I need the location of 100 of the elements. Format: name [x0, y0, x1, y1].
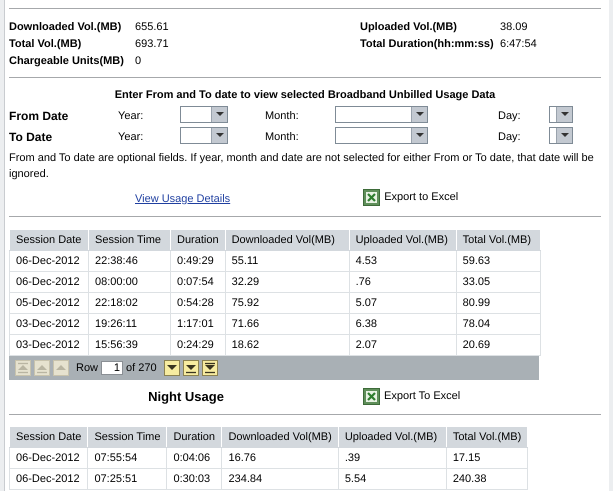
summary-value: 655.61	[135, 21, 170, 33]
table-cell: 5.07	[349, 292, 456, 314]
next-page-icon	[184, 362, 198, 374]
column-header: Duration	[170, 230, 226, 250]
help-text: From and To date are optional fields. If year, month and date are not selected for either From or To date, that date will be ignored.	[9, 151, 595, 182]
column-header: Session Time	[88, 426, 167, 448]
table-cell: 06-Dec-2012	[10, 448, 88, 468]
spreadsheet-icon	[363, 188, 380, 206]
last-page-button[interactable]	[202, 360, 218, 376]
year-select[interactable]	[180, 106, 228, 122]
table-cell: 22:18:02	[88, 292, 170, 314]
summary-value: 6:47:54	[500, 38, 538, 50]
next-page-button[interactable]	[182, 360, 199, 376]
column-header: Session Date	[10, 230, 88, 250]
table-cell: 75.92	[225, 292, 350, 314]
table-cell: 6.38	[349, 314, 456, 334]
view-usage-link[interactable]: View Usage Details	[135, 193, 230, 205]
dropdown-arrow-icon	[416, 133, 424, 137]
column-header: Total Vol.(MB)	[446, 426, 528, 448]
next-row-button[interactable]	[164, 360, 180, 376]
table-cell: .76	[349, 272, 456, 292]
summary-label: Total Vol.(MB)	[9, 38, 82, 50]
table-cell: 4.53	[349, 250, 456, 272]
table-cell: 0:49:29	[170, 250, 226, 272]
month-select[interactable]	[335, 126, 428, 144]
year-select[interactable]	[180, 126, 228, 144]
dropdown-arrow-icon	[560, 133, 568, 137]
table-cell: 17.15	[446, 448, 528, 468]
table-cell: 55.11	[225, 250, 350, 272]
summary-label: Downloaded Vol.(MB)	[9, 21, 122, 33]
table-cell: 59.63	[456, 250, 540, 272]
export-button[interactable]: Export To Excel	[363, 388, 460, 404]
table-cell: 15:56:39	[88, 334, 170, 356]
table-cell: 16.76	[222, 448, 338, 468]
field-label: Day:	[498, 130, 522, 142]
table-cell: 22:38:46	[88, 250, 170, 272]
table-cell: 06-Dec-2012	[10, 468, 88, 490]
table-cell: 0:07:54	[170, 272, 226, 292]
table-cell: .39	[338, 448, 446, 468]
day-select[interactable]	[549, 126, 573, 144]
table-cell: 07:55:54	[88, 448, 167, 468]
table-cell: 0:04:06	[166, 448, 222, 468]
section-title: Night Usage	[147, 388, 225, 404]
column-header: Downloaded Vol(MB)	[225, 230, 350, 250]
summary-value: 38.09	[500, 21, 529, 33]
spreadsheet-icon	[363, 388, 380, 404]
table-cell: 0:24:29	[170, 334, 226, 356]
summary-value: 0	[135, 55, 142, 67]
export-button[interactable]: Export to Excel	[363, 188, 458, 206]
column-header: Session Time	[88, 230, 170, 250]
table-cell: 05-Dec-2012	[10, 292, 88, 314]
field-label: Month:	[265, 110, 300, 122]
table-cell: 08:00:00	[88, 272, 170, 292]
dropdown-arrow-icon	[216, 112, 224, 116]
previous-page-icon	[35, 362, 49, 374]
column-header: Duration	[166, 426, 222, 448]
column-header: Total Vol.(MB)	[456, 230, 540, 250]
table-cell: 03-Dec-2012	[10, 314, 88, 334]
column-header: Uploaded Vol.(MB)	[338, 426, 446, 448]
table-cell: 2.07	[349, 334, 456, 356]
table-cell: 32.29	[225, 272, 350, 292]
month-select[interactable]	[335, 106, 428, 122]
column-header: Uploaded Vol.(MB)	[349, 230, 456, 250]
table-cell: 19:26:11	[88, 314, 170, 334]
first-page-icon	[16, 362, 30, 374]
table-cell: 03-Dec-2012	[10, 334, 88, 356]
table-cell: 78.04	[456, 314, 540, 334]
table-cell: 07:25:51	[88, 468, 167, 490]
row-label: Row	[76, 362, 98, 374]
column-header: Downloaded Vol(MB)	[222, 426, 338, 448]
table-cell: 20.69	[456, 334, 540, 356]
table-cell: 5.54	[338, 468, 446, 490]
summary-label: Uploaded Vol.(MB)	[360, 21, 458, 33]
table-cell: 06-Dec-2012	[10, 250, 88, 272]
table-cell: 80.99	[456, 292, 540, 314]
field-label: Year:	[118, 110, 144, 122]
field-label: Day:	[498, 110, 522, 122]
table-cell: 0:30:03	[166, 468, 222, 490]
dropdown-arrow-icon	[216, 133, 224, 137]
summary-label: Total Duration(hh:mm:ss)	[360, 38, 495, 50]
table-cell: 06-Dec-2012	[10, 272, 88, 292]
dropdown-arrow-icon	[560, 112, 568, 116]
table-cell: 0:54:28	[170, 292, 226, 314]
date-label: From Date	[9, 108, 70, 122]
table-cell: 234.84	[222, 468, 338, 490]
field-label: Year:	[118, 130, 144, 142]
last-page-icon	[202, 362, 217, 374]
table-cell: 18.62	[225, 334, 350, 356]
row-input[interactable]: 1	[101, 361, 124, 375]
day-select[interactable]	[549, 106, 573, 122]
table-cell: 71.66	[225, 314, 350, 334]
date-label: To Date	[9, 130, 54, 144]
table-cell: 240.38	[446, 468, 528, 490]
dropdown-arrow-icon	[416, 112, 424, 116]
column-header: Session Date	[10, 426, 88, 448]
table-cell: 1:17:01	[170, 314, 226, 334]
table-cell: 33.05	[456, 272, 540, 292]
summary-label: Chargeable Units(MB)	[9, 55, 125, 67]
summary-value: 693.71	[135, 38, 170, 50]
field-label: Month:	[265, 130, 300, 142]
